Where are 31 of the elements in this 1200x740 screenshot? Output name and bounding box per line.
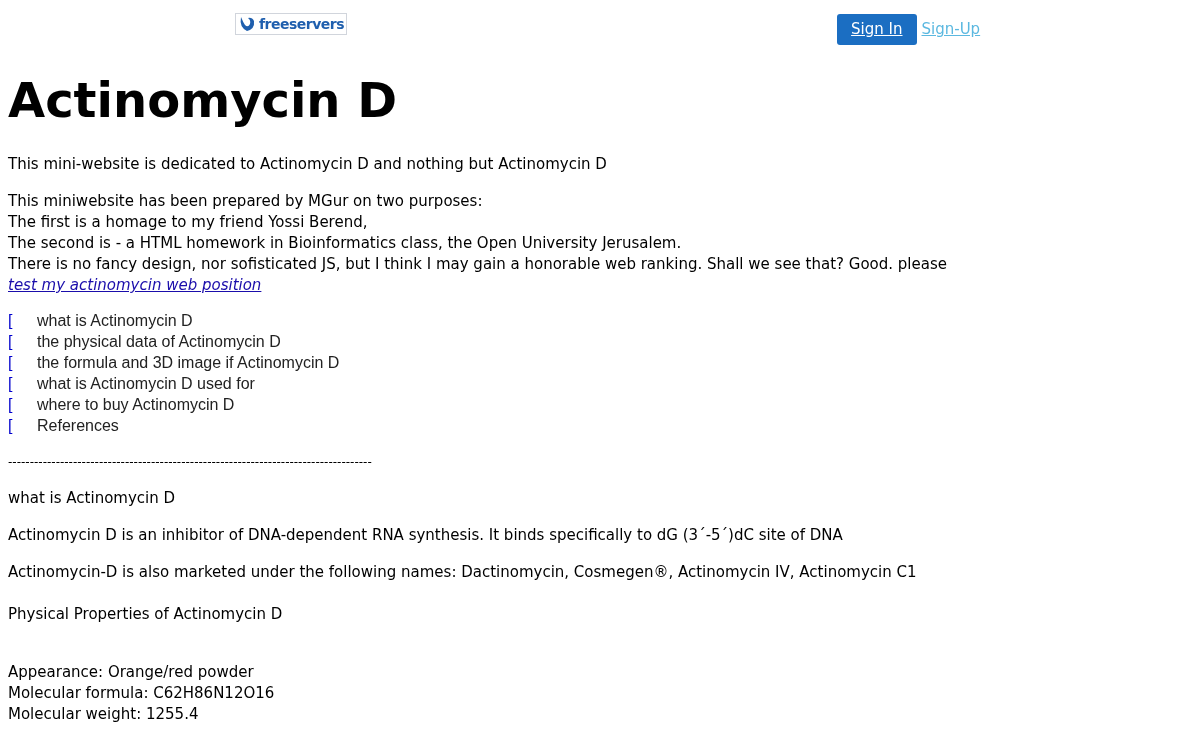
body-text: Actinomycin-D is also marketed under the following names: Dactinomycin, Cosmegen®, Actinomycin IV, Actinomycin C1 (8, 562, 918, 583)
bracket-mark: [ (8, 353, 14, 373)
position-link[interactable]: test my actinomycin web position (8, 276, 262, 294)
text-line: This miniwebsite has been prepared by MGur on two purposes: (8, 191, 484, 212)
section-heading: Physical Properties of Actinomycin D (8, 604, 284, 625)
body-text: Actinomycin D is an inhibitor of DNA-dependent RNA synthesis. It binds specifically to dG (3´-5´)dC site of DNA (8, 525, 844, 546)
sign-in-button[interactable]: Sign In (837, 14, 917, 45)
contents-link[interactable]: References (37, 415, 119, 436)
contents-link[interactable]: where to buy Actinomycin D (37, 394, 235, 415)
text-line: The second is - a HTML homework in Bioinformatics class, the Open University Jerusalem. (8, 233, 683, 254)
bracket-mark: [ (8, 332, 14, 352)
contents-link[interactable]: the formula and 3D image if Actinomycin D (37, 352, 340, 373)
section-heading: what is Actinomycin D (8, 488, 177, 509)
bracket-mark: [ (8, 374, 14, 394)
contents-link[interactable]: the physical data of Actinomycin D (37, 331, 281, 352)
text-line: There is no fancy design, nor sofisticated JS, but I think I may gain a honorable web ranking. Shall we see that? Good. please test my actinomycin web position (8, 254, 948, 296)
property-line: Molecular formula: C62H86N12O16 (8, 683, 276, 704)
property-line: Molecular weight: 1255.4 (8, 704, 200, 725)
contents-link[interactable]: what is Actinomycin D (37, 310, 193, 331)
dashed-divider: ------------------------------------------------------------------------------------ (8, 454, 373, 470)
bracket-mark: [ (8, 395, 14, 415)
property-line: Appearance: Orange/red powder (8, 662, 255, 683)
swirl-icon (238, 15, 256, 33)
bracket-mark: [ (8, 311, 14, 331)
intro-text: This mini-website is dedicated to Actinomycin D and nothing but Actinomycin D (8, 154, 608, 175)
bracket-mark: [ (8, 416, 14, 436)
logo-text: freeservers (259, 14, 345, 34)
text-line: The first is a homage to my friend Yossi Berend, (8, 212, 369, 233)
logo[interactable]: freeservers (235, 13, 348, 35)
contents-link[interactable]: what is Actinomycin D used for (37, 373, 255, 394)
page-title: Actinomycin D (8, 71, 399, 129)
